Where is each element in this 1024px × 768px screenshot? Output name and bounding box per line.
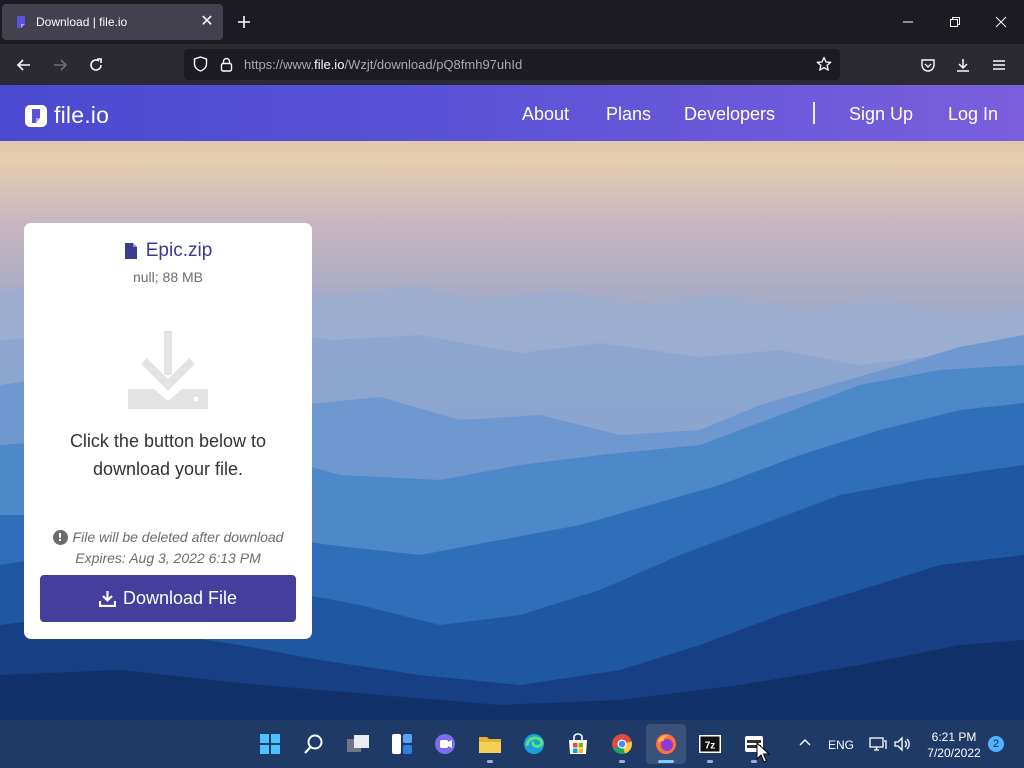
site-header: file.io About Plans Developers Sign Up L… bbox=[0, 85, 1024, 141]
store-icon[interactable] bbox=[558, 724, 598, 764]
download-illustration-icon bbox=[128, 331, 208, 409]
clock[interactable]: 6:21 PM 7/20/2022 bbox=[914, 729, 994, 761]
minimize-icon[interactable] bbox=[896, 10, 920, 34]
mouse-cursor-icon bbox=[756, 742, 770, 763]
star-icon[interactable] bbox=[814, 54, 834, 74]
back-arrow-icon[interactable] bbox=[11, 52, 37, 78]
tab-strip: Download | file.io ✕ bbox=[0, 0, 1024, 44]
running-indicator bbox=[707, 760, 713, 763]
nav-divider bbox=[813, 102, 815, 124]
fileio-favicon bbox=[17, 16, 25, 28]
svg-text:7z: 7z bbox=[705, 741, 716, 752]
file-title-row: Epic.zip bbox=[24, 240, 312, 262]
site-logo[interactable]: file.io bbox=[24, 102, 109, 129]
delete-warning: ! File will be deleted after download bbox=[24, 529, 312, 545]
close-icon[interactable]: ✕ bbox=[195, 14, 219, 30]
shield-icon[interactable] bbox=[190, 54, 210, 74]
navigation-toolbar: https://www.file.io/Wzjt/download/pQ8fmh… bbox=[0, 44, 1024, 85]
nav-plans[interactable]: Plans bbox=[606, 104, 651, 125]
file-name: Epic.zip bbox=[145, 240, 213, 261]
running-indicator bbox=[487, 760, 493, 763]
logo-text: file.io bbox=[54, 102, 110, 128]
nav-sign-up[interactable]: Sign Up bbox=[849, 104, 913, 125]
exclamation-icon: ! bbox=[52, 529, 68, 545]
download-card: Epic.zip null; 88 MB Click the button be… bbox=[24, 223, 312, 639]
browser-tab[interactable]: Download | file.io ✕ bbox=[2, 4, 223, 40]
windows-start-icon[interactable] bbox=[250, 724, 290, 764]
running-indicator bbox=[619, 760, 625, 763]
fileio-logo-icon bbox=[25, 104, 47, 127]
notification-badge[interactable]: 2 bbox=[988, 736, 1004, 752]
edge-icon[interactable] bbox=[514, 724, 554, 764]
chevron-up-icon[interactable] bbox=[796, 733, 814, 756]
network-icon[interactable] bbox=[868, 734, 888, 754]
menu-icon[interactable] bbox=[986, 52, 1012, 78]
url-text[interactable]: https://www.file.io/Wzjt/download/pQ8fmh… bbox=[244, 57, 522, 72]
download-icon bbox=[98, 591, 116, 607]
web-page: file.io About Plans Developers Sign Up L… bbox=[0, 85, 1024, 720]
7zip-icon[interactable]: 7z bbox=[690, 724, 730, 764]
download-instructions: Click the button below to download your … bbox=[69, 431, 267, 479]
forward-arrow-icon[interactable] bbox=[47, 52, 73, 78]
nav-log-in[interactable]: Log In bbox=[948, 104, 998, 125]
file-icon bbox=[124, 243, 137, 259]
downloads-icon[interactable] bbox=[950, 52, 976, 78]
lock-icon[interactable] bbox=[216, 54, 236, 74]
task-view-icon[interactable] bbox=[338, 724, 378, 764]
plus-icon[interactable] bbox=[232, 10, 256, 34]
teams-chat-icon[interactable] bbox=[426, 724, 466, 764]
expiry-text: Expires: Aug 3, 2022 6:13 PM bbox=[75, 550, 261, 566]
pocket-icon[interactable] bbox=[915, 52, 941, 78]
url-prefix: https://www. bbox=[244, 57, 315, 72]
reload-icon[interactable] bbox=[83, 52, 109, 78]
restore-icon[interactable] bbox=[943, 10, 967, 34]
language-indicator[interactable]: ENG bbox=[828, 738, 854, 752]
active-indicator bbox=[658, 760, 674, 763]
tab-title: Download | file.io bbox=[36, 15, 128, 29]
nav-developers[interactable]: Developers bbox=[684, 104, 775, 125]
download-file-button[interactable]: Download File bbox=[40, 575, 296, 622]
clock-date: 7/20/2022 bbox=[927, 746, 981, 760]
close-window-icon[interactable] bbox=[989, 10, 1013, 34]
file-explorer-icon[interactable] bbox=[470, 724, 510, 764]
firefox-icon[interactable] bbox=[646, 724, 686, 764]
search-icon[interactable] bbox=[294, 724, 334, 764]
url-domain: file.io bbox=[314, 57, 345, 72]
nav-about[interactable]: About bbox=[522, 104, 569, 125]
delete-warning-text: File will be deleted after download bbox=[72, 529, 284, 545]
file-meta: null; 88 MB bbox=[132, 269, 204, 285]
chrome-icon[interactable] bbox=[602, 724, 642, 764]
url-bar[interactable]: https://www.file.io/Wzjt/download/pQ8fmh… bbox=[184, 49, 840, 80]
clock-time: 6:21 PM bbox=[931, 730, 977, 744]
download-button-label: Download File bbox=[122, 588, 238, 608]
url-path: /Wzjt/download/pQ8fmh97uhId bbox=[344, 57, 523, 72]
widgets-icon[interactable] bbox=[382, 724, 422, 764]
volume-icon[interactable] bbox=[892, 734, 912, 754]
